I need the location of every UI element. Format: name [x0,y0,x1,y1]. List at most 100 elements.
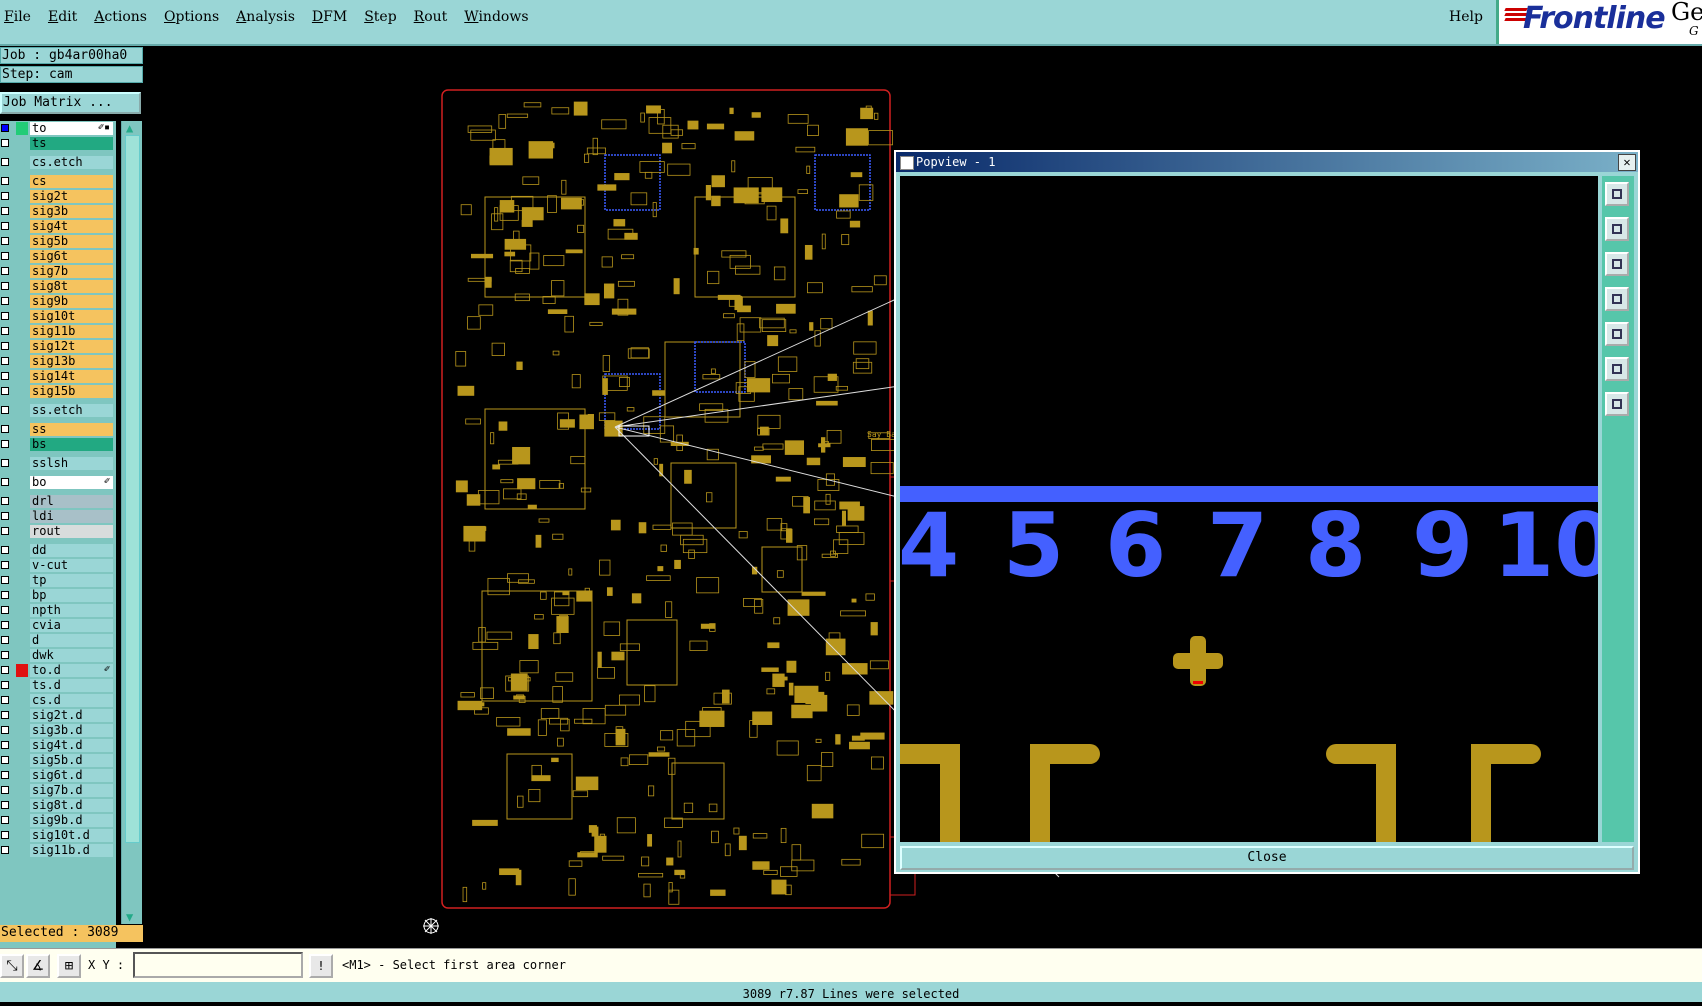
layer-row-v-cut[interactable]: v-cut [0,558,116,573]
layer-checkbox[interactable] [1,222,9,230]
layer-row-cs[interactable]: cs [0,174,116,189]
menu-rout[interactable]: Rout [414,9,448,25]
layer-checkbox[interactable] [1,651,9,659]
layer-checkbox[interactable] [1,846,9,854]
job-matrix-button[interactable]: Job Matrix ... [0,92,141,114]
layer-row-ts[interactable]: ts [0,136,116,151]
menu-file[interactable]: File [4,9,31,25]
layer-row-ldi[interactable]: ldi [0,509,116,524]
layer-checkbox[interactable] [1,297,9,305]
layer-checkbox[interactable] [1,459,9,467]
layer-row-sig5b.d[interactable]: sig5b.d [0,753,116,768]
layer-row-sig13b[interactable]: sig13b [0,354,116,369]
pan-up-icon[interactable] [1605,217,1629,241]
layer-row-sig15b[interactable]: sig15b [0,384,116,399]
zoom-out-icon[interactable] [1605,357,1629,381]
layer-row-sig5b[interactable]: sig5b [0,234,116,249]
layer-checkbox[interactable] [1,342,9,350]
layer-row-to.d[interactable]: to.d ✐ [0,663,116,678]
layer-checkbox[interactable] [1,681,9,689]
angle-icon[interactable]: ∡ [26,954,50,978]
layer-checkbox[interactable] [1,372,9,380]
pan-left-icon[interactable] [1605,287,1629,311]
layer-row-cvia[interactable]: cvia [0,618,116,633]
layer-checkbox[interactable] [1,546,9,554]
menu-windows[interactable]: Windows [464,9,528,25]
menu-edit[interactable]: Edit [48,9,77,25]
layer-row-sslsh[interactable]: sslsh [0,456,116,471]
layer-row-d[interactable]: d [0,633,116,648]
layer-row-bp[interactable]: bp [0,588,116,603]
layer-row-sig9b.d[interactable]: sig9b.d [0,813,116,828]
layer-checkbox[interactable] [1,726,9,734]
layer-row-ts.d[interactable]: ts.d [0,678,116,693]
layer-checkbox[interactable] [1,237,9,245]
zoom-in-icon[interactable] [1605,392,1629,416]
layer-checkbox[interactable] [1,327,9,335]
layer-checkbox[interactable] [1,561,9,569]
menu-analysis[interactable]: Analysis [236,9,295,25]
layer-row-sig6t[interactable]: sig6t [0,249,116,264]
layer-checkbox[interactable] [1,387,9,395]
layer-row-drl[interactable]: drl [0,494,116,509]
layer-row-to[interactable]: to ✐▪ [0,121,116,136]
grid-icon[interactable]: ⊞ [57,954,81,978]
menu-dfm[interactable]: DFM [312,9,347,25]
layer-row-bs[interactable]: bs [0,437,116,452]
layer-checkbox[interactable] [1,267,9,275]
menu-help[interactable]: Help [1449,9,1483,25]
layer-checkbox[interactable] [1,177,9,185]
popview-titlebar[interactable]: Popview - 1 ✕ [896,152,1638,172]
layer-row-sig7b.d[interactable]: sig7b.d [0,783,116,798]
layer-row-cs.etch[interactable]: cs.etch [0,155,116,170]
layer-checkbox[interactable] [1,357,9,365]
layer-checkbox[interactable] [1,666,9,674]
layer-checkbox[interactable] [1,606,9,614]
layer-checkbox[interactable] [1,406,9,414]
layer-row-sig10t.d[interactable]: sig10t.d [0,828,116,843]
layer-checkbox[interactable] [1,527,9,535]
layer-row-ss.etch[interactable]: ss.etch [0,403,116,418]
layer-row-sig3b.d[interactable]: sig3b.d [0,723,116,738]
layer-row-sig12t[interactable]: sig12t [0,339,116,354]
layer-row-sig14t[interactable]: sig14t [0,369,116,384]
layer-row-sig11b.d[interactable]: sig11b.d [0,843,116,858]
layer-checkbox[interactable] [1,124,9,132]
layer-checkbox[interactable] [1,312,9,320]
layer-checkbox[interactable] [1,139,9,147]
layer-row-sig4t[interactable]: sig4t [0,219,116,234]
layer-checkbox[interactable] [1,711,9,719]
execute-button[interactable]: ! [309,954,333,978]
layer-checkbox[interactable] [1,636,9,644]
layer-row-sig7b[interactable]: sig7b [0,264,116,279]
layer-checkbox[interactable] [1,497,9,505]
layer-checkbox[interactable] [1,621,9,629]
layer-row-rout[interactable]: rout [0,524,116,539]
menu-actions[interactable]: Actions [94,9,147,25]
scroll-down-icon[interactable]: ▼ [126,910,133,924]
layer-checkbox[interactable] [1,831,9,839]
layer-row-sig2t[interactable]: sig2t [0,189,116,204]
scroll-up-icon[interactable]: ▲ [126,121,133,135]
menu-options[interactable]: Options [164,9,219,25]
layer-checkbox[interactable] [1,756,9,764]
pan-right-icon[interactable] [1605,322,1629,346]
layer-checkbox[interactable] [1,786,9,794]
layer-row-sig6t.d[interactable]: sig6t.d [0,768,116,783]
layer-checkbox[interactable] [1,801,9,809]
layer-checkbox[interactable] [1,252,9,260]
layer-row-dd[interactable]: dd [0,543,116,558]
layer-row-npth[interactable]: npth [0,603,116,618]
layer-row-cs.d[interactable]: cs.d [0,693,116,708]
close-button[interactable]: Close [900,846,1634,870]
layer-row-sig8t[interactable]: sig8t [0,279,116,294]
layer-checkbox[interactable] [1,591,9,599]
layer-row-bo[interactable]: bo ✐ [0,475,116,490]
layer-checkbox[interactable] [1,440,9,448]
close-icon[interactable]: ✕ [1618,154,1636,171]
layer-row-dwk[interactable]: dwk [0,648,116,663]
layer-row-ss[interactable]: ss [0,422,116,437]
scroll-thumb[interactable] [125,135,140,843]
layer-row-sig4t.d[interactable]: sig4t.d [0,738,116,753]
layer-row-sig2t.d[interactable]: sig2t.d [0,708,116,723]
